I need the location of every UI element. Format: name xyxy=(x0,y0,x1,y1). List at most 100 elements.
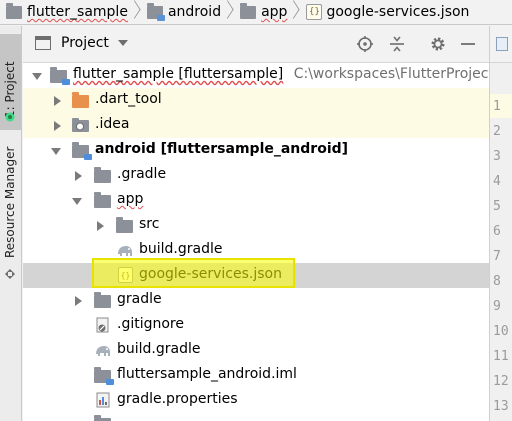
tree-row-idea[interactable]: .idea xyxy=(23,113,489,138)
tree-row-label: app xyxy=(117,191,144,207)
tree-row-root[interactable]: flutter_sample [fluttersample] C:\worksp… xyxy=(23,63,511,88)
breadcrumb-item-google-services[interactable]: {} google-services.json xyxy=(300,0,469,24)
folder-icon xyxy=(240,2,257,19)
resource-manager-tab-label: Resource Manager xyxy=(3,146,17,258)
resource-manager-icon xyxy=(5,269,15,279)
gradle-elephant-icon xyxy=(96,346,110,356)
android-icon xyxy=(5,112,15,122)
breadcrumb-label: app xyxy=(261,4,288,20)
folder-icon xyxy=(116,217,134,234)
breadcrumb-label: flutter_sample xyxy=(27,4,128,20)
tree-row-label: .idea xyxy=(95,116,130,132)
project-panel: Project flutter_sample [fluttersample] C… xyxy=(23,26,511,421)
breadcrumb-item-flutter-sample[interactable]: flutter_sample xyxy=(0,0,141,24)
tree-row-src[interactable]: src xyxy=(23,213,489,238)
tree-row-label: .gitignore xyxy=(117,316,184,332)
editor-gutter: 1 2 3 4 5 6 7 8 9 10 11 12 13 xyxy=(489,26,512,421)
tree-row-label: android [fluttersample_android] xyxy=(95,141,349,157)
breadcrumb: flutter_sample android app {} google-ser… xyxy=(0,0,512,25)
breadcrumb-label: android xyxy=(167,4,222,20)
line-number: 12 xyxy=(493,374,509,389)
line-number: 6 xyxy=(493,224,501,239)
chevron-right-icon xyxy=(291,0,300,24)
tree-row-label: .dart_tool xyxy=(95,91,162,107)
tree-row-iml[interactable]: fluttersample_android.iml xyxy=(23,363,489,388)
line-number: 3 xyxy=(493,149,501,164)
module-folder-icon xyxy=(146,2,165,21)
editor-tab-strip[interactable] xyxy=(490,26,512,63)
gitignore-icon xyxy=(96,317,109,333)
folder-icon xyxy=(94,167,112,184)
tree-row-label: src xyxy=(139,216,160,232)
gear-icon[interactable] xyxy=(429,35,447,53)
tree-row-app-build-gradle[interactable]: build.gradle xyxy=(23,238,489,263)
tree-row-path: C:\workspaces\FlutterProjects\f xyxy=(293,66,511,82)
tree-row-gradle-properties[interactable]: gradle.properties xyxy=(23,388,489,413)
tree-row-app[interactable]: app xyxy=(23,188,489,213)
tree-row-dart-tool[interactable]: .dart_tool xyxy=(23,88,489,113)
locate-icon[interactable] xyxy=(356,35,374,53)
tree-row-name: flutter_sample [fluttersample] xyxy=(73,66,284,82)
tree-row-label: gradle.properties xyxy=(117,391,238,407)
line-number: 4 xyxy=(493,174,501,189)
tree-row-label: flutter_sample [fluttersample] C:\worksp… xyxy=(73,66,511,82)
line-number: 5 xyxy=(493,199,501,214)
line-number: 8 xyxy=(493,274,501,289)
tree-row-google-services-json[interactable]: {} google-services.json xyxy=(23,263,489,288)
minimize-icon[interactable] xyxy=(459,35,477,53)
chevron-right-icon[interactable] xyxy=(52,96,62,106)
tree-row-android[interactable]: android [fluttersample_android] xyxy=(23,138,489,163)
tree-row-gradle-hidden[interactable]: .gradle xyxy=(23,163,489,188)
folder-icon xyxy=(94,415,112,421)
line-number: 11 xyxy=(493,349,509,364)
tree-row-build-gradle[interactable]: build.gradle xyxy=(23,338,489,363)
project-view-selector[interactable]: Project xyxy=(35,35,128,51)
chevron-down-icon[interactable] xyxy=(72,196,82,206)
tree-row-gitignore[interactable]: .gitignore xyxy=(23,313,489,338)
folder-icon xyxy=(94,292,112,309)
tree-row-label: .gradle xyxy=(117,166,167,182)
line-number: 7 xyxy=(493,249,501,264)
gradle-elephant-icon xyxy=(118,246,132,256)
folder-icon xyxy=(6,2,22,19)
chevron-right-icon xyxy=(225,0,234,24)
panel-header: Project xyxy=(23,26,489,63)
panel-title: Project xyxy=(61,35,109,51)
folder-orange-icon xyxy=(72,92,90,109)
module-folder-icon xyxy=(72,142,92,160)
chevron-right-icon[interactable] xyxy=(52,121,62,131)
line-number: 10 xyxy=(493,324,509,339)
chevron-down-icon xyxy=(117,40,128,46)
chevron-down-icon[interactable] xyxy=(51,146,61,156)
breadcrumb-item-android[interactable]: android xyxy=(141,0,234,24)
tree-row-label: build.gradle xyxy=(139,241,223,257)
window-icon xyxy=(35,36,51,50)
left-tool-stripe: 1: Project Resource Manager xyxy=(0,26,22,421)
tree-row-gradle-folder[interactable]: gradle xyxy=(23,288,489,313)
tree-row-label: google-services.json xyxy=(139,266,282,282)
file-tab-icon xyxy=(496,37,508,51)
folder-icon xyxy=(94,192,112,209)
tree-row-label: gradle xyxy=(117,291,162,307)
chevron-right-icon[interactable] xyxy=(73,171,83,181)
chevron-down-icon[interactable] xyxy=(32,71,42,81)
line-number: 13 xyxy=(493,399,509,414)
chevron-right-icon xyxy=(132,0,141,24)
module-file-icon xyxy=(94,367,114,385)
breadcrumb-item-app[interactable]: app xyxy=(234,0,300,24)
line-number: 9 xyxy=(493,299,501,314)
json-file-icon: {} xyxy=(306,4,323,20)
project-tree: flutter_sample [fluttersample] C:\worksp… xyxy=(23,63,511,421)
properties-file-icon xyxy=(96,392,110,408)
idea-folder-icon xyxy=(72,118,89,132)
line-number: 1 xyxy=(493,99,501,114)
tree-row-partial xyxy=(23,413,489,421)
json-file-icon: {} xyxy=(118,267,136,283)
tree-row-label: build.gradle xyxy=(117,341,201,357)
module-folder-icon xyxy=(50,67,70,85)
chevron-right-icon[interactable] xyxy=(73,296,83,306)
resource-manager-tool-tab[interactable]: Resource Manager xyxy=(0,146,21,279)
collapse-all-icon[interactable] xyxy=(388,35,406,53)
project-tool-tab[interactable]: 1: Project xyxy=(0,34,21,130)
chevron-right-icon[interactable] xyxy=(95,221,105,231)
